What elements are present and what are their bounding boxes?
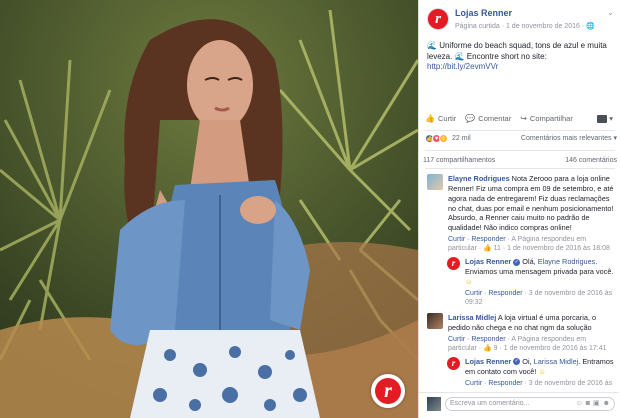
reply-body: Lojas Renner ✓ Oi, Larissa Midlej. Entra… bbox=[465, 357, 615, 388]
emoji-icon[interactable]: ☺ bbox=[576, 399, 583, 408]
renner-logo-icon: r bbox=[375, 378, 401, 404]
post-as-selector[interactable]: ▾ bbox=[597, 114, 613, 124]
reply-meta: Curtir · Responder · 3 de novembro de 20… bbox=[465, 379, 615, 388]
comment-icon: 💬 bbox=[465, 113, 476, 123]
globe-icon: 🌐 bbox=[586, 22, 595, 30]
reply-actions[interactable]: Curtir · Responder bbox=[465, 380, 523, 387]
post-header-text: Lojas Renner Página curtida · 1 de novem… bbox=[455, 8, 607, 31]
verified-badge-icon: ✓ bbox=[513, 258, 521, 266]
chevron-down-icon[interactable]: ⌄ bbox=[607, 8, 614, 18]
wow-reaction-icon: ☺ bbox=[439, 134, 448, 144]
post-text-body-2: Encontre short no site: bbox=[466, 51, 547, 61]
page-name-link[interactable]: Lojas Renner bbox=[455, 8, 607, 20]
reaction-count[interactable]: 22 mil bbox=[452, 134, 471, 143]
divider bbox=[425, 150, 615, 151]
comments-count[interactable]: 146 comentários bbox=[565, 156, 617, 165]
share-icon: ↪ bbox=[520, 113, 527, 123]
post-counts: 117 compartilhamentos 146 comentários bbox=[423, 156, 617, 165]
comment-meta: Curtir · Responder · A Página respondeu … bbox=[448, 335, 615, 353]
comment-body: Larissa Midlej A loja virtual é uma porc… bbox=[448, 313, 615, 353]
page-avatar[interactable]: r bbox=[447, 257, 460, 271]
comment-label: Comentar bbox=[478, 114, 512, 124]
smile-emoji-icon: ☺ bbox=[538, 366, 546, 376]
reply-author[interactable]: Lojas Renner bbox=[465, 357, 511, 366]
comment-button[interactable]: 💬 Comentar bbox=[465, 114, 511, 124]
comment-input[interactable]: Escreva um comentário... ☺ ◙ ▣ ☻ bbox=[445, 396, 615, 411]
comment-sort-dropdown[interactable]: Comentários mais relevantes ▾ bbox=[521, 134, 617, 143]
caret-down-icon: ▾ bbox=[609, 114, 613, 124]
post-header: r Lojas Renner Página curtida · 1 de nov… bbox=[419, 0, 620, 31]
wave-emoji-icon: 🌊 bbox=[427, 40, 437, 50]
wave-emoji-icon: 🌊 bbox=[454, 51, 465, 61]
reply-item: r Lojas Renner ✓ Olá, Elayne Rodrigues. … bbox=[419, 257, 619, 307]
comment-composer: Escreva um comentário... ☺ ◙ ▣ ☻ bbox=[419, 392, 619, 414]
like-button[interactable]: 👍 Curtir bbox=[425, 114, 456, 124]
post-meta-text: Página curtida · 1 de novembro de 2016 · bbox=[455, 22, 587, 30]
comment-actions[interactable]: Curtir · Responder bbox=[448, 236, 506, 243]
photo-viewer: r r Lojas Renner Página curtida · 1 de n… bbox=[0, 0, 620, 418]
like-label: Curtir bbox=[437, 114, 457, 124]
comments-list: Elayne Rodrigues Nota Zerooo para a loja… bbox=[419, 174, 619, 388]
mention-link[interactable]: Larissa Midlej bbox=[534, 357, 579, 366]
brand-logo-badge: r bbox=[371, 374, 405, 408]
reply-body: Lojas Renner ✓ Olá, Elayne Rodrigues. En… bbox=[465, 257, 615, 307]
reply-meta: Curtir · Responder · 3 de novembro de 20… bbox=[465, 289, 615, 307]
share-label: Compartilhar bbox=[529, 114, 573, 124]
reply-author[interactable]: Lojas Renner bbox=[465, 257, 511, 266]
reply-meta-text: · 3 de novembro de 2016 às bbox=[522, 379, 613, 387]
page-avatar[interactable]: r bbox=[447, 356, 460, 370]
thumbs-up-icon: 👍 bbox=[425, 113, 435, 123]
photo-image bbox=[0, 0, 418, 418]
divider bbox=[425, 130, 615, 131]
avatar[interactable] bbox=[427, 312, 443, 329]
comment-body: Elayne Rodrigues Nota Zerooo para a loja… bbox=[448, 174, 615, 253]
comment-author[interactable]: Larissa Midlej bbox=[448, 313, 496, 322]
avatar[interactable] bbox=[427, 174, 443, 190]
share-button[interactable]: ↪ Compartilhar bbox=[520, 114, 573, 124]
comment-meta: Curtir · Responder · A Página respondeu … bbox=[448, 235, 615, 253]
page-thumb-icon bbox=[597, 115, 608, 123]
post-meta: Página curtida · 1 de novembro de 2016 ·… bbox=[455, 22, 607, 31]
reply-item: r Lojas Renner ✓ Oi, Larissa Midlej. Ent… bbox=[419, 356, 619, 388]
post-side-panel: r Lojas Renner Página curtida · 1 de nov… bbox=[418, 0, 620, 418]
comment-actions[interactable]: Curtir · Responder bbox=[448, 336, 506, 343]
shares-count[interactable]: 117 compartilhamentos bbox=[423, 156, 495, 165]
gif-icon[interactable]: ▣ bbox=[593, 399, 600, 408]
sticker-icon[interactable]: ☻ bbox=[603, 399, 610, 408]
verified-badge-icon: ✓ bbox=[513, 358, 521, 366]
user-avatar bbox=[427, 396, 441, 411]
post-photo[interactable]: r bbox=[0, 0, 418, 418]
comment-item: Larissa Midlej A loja virtual é uma porc… bbox=[419, 312, 619, 353]
post-text: 🌊 Uniforme do beach squad, tons de azul … bbox=[419, 31, 620, 73]
divider bbox=[425, 168, 615, 169]
comment-placeholder: Escreva um comentário... bbox=[450, 399, 530, 407]
reply-text-pre: Oi, bbox=[522, 356, 534, 366]
comment-item: Elayne Rodrigues Nota Zerooo para a loja… bbox=[419, 174, 619, 253]
smile-emoji-icon: ☺ bbox=[465, 276, 473, 286]
reply-text-pre: Olá, bbox=[522, 257, 538, 267]
post-actions: 👍 Curtir 💬 Comentar ↪ Compartilhar ▾ bbox=[419, 112, 619, 126]
reactions-bar[interactable]: 👍 ♥ ☺ 22 mil Comentários mais relevantes… bbox=[425, 134, 617, 144]
mention-link[interactable]: Elayne Rodrigues bbox=[538, 257, 596, 266]
post-link[interactable]: http://bit.ly/2evmVVr bbox=[427, 62, 612, 73]
page-avatar[interactable]: r bbox=[427, 8, 449, 30]
camera-icon[interactable]: ◙ bbox=[586, 399, 590, 408]
reply-actions[interactable]: Curtir · Responder bbox=[465, 290, 523, 297]
comment-author[interactable]: Elayne Rodrigues bbox=[448, 174, 510, 183]
